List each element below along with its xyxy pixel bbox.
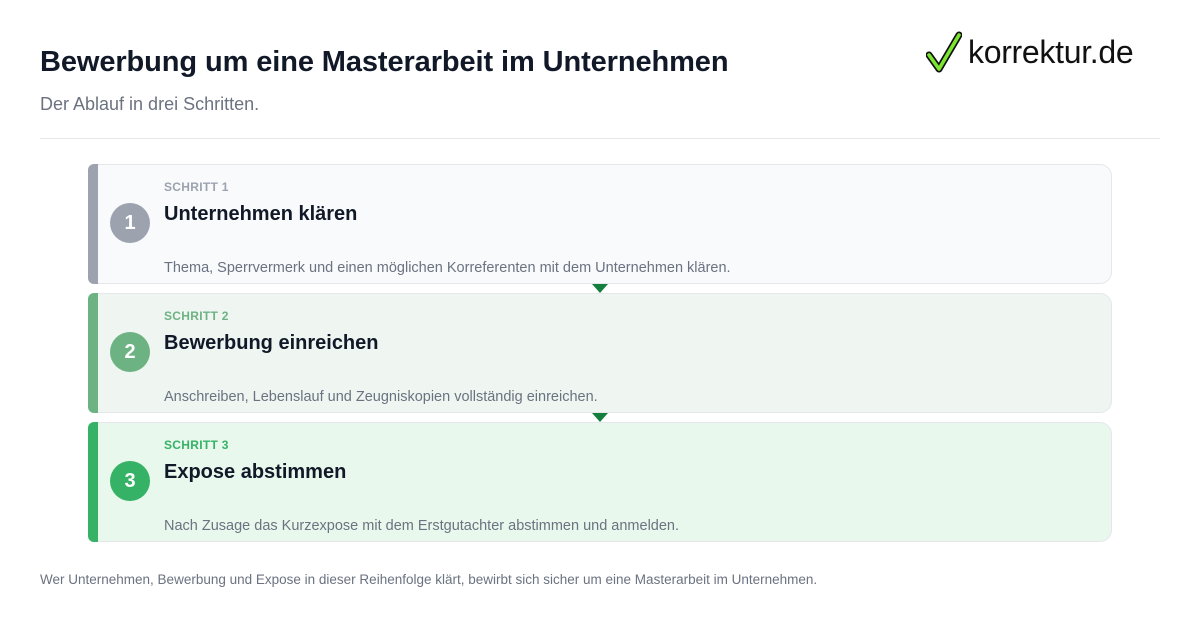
step-accent-bar: [88, 293, 98, 413]
step-description: Thema, Sperrvermerk und einen möglichen …: [164, 260, 731, 276]
step-kicker: SCHRITT 2: [164, 309, 229, 323]
step-kicker: SCHRITT 3: [164, 438, 229, 452]
step-title: Bewerbung einreichen: [164, 332, 379, 354]
step-connector-arrow-1: [592, 284, 608, 293]
step-number-badge: 3: [110, 461, 150, 501]
step-card-1: 1 SCHRITT 1 Unternehmen klären Thema, Sp…: [88, 164, 1112, 284]
logo-text: korrektur.de: [968, 34, 1134, 70]
page-title: Bewerbung um eine Masterarbeit im Untern…: [40, 46, 729, 78]
footer-note: Wer Unternehmen, Bewerbung und Expose in…: [40, 572, 818, 587]
step-number-badge: 1: [110, 203, 150, 243]
header-divider: [40, 138, 1160, 139]
step-description: Anschreiben, Lebenslauf und Zeugniskopie…: [164, 389, 598, 405]
step-connector-arrow-2: [592, 413, 608, 422]
brand-logo: korrektur.de: [926, 30, 1166, 74]
step-accent-bar: [88, 422, 98, 542]
step-card-3: 3 SCHRITT 3 Expose abstimmen Nach Zusage…: [88, 422, 1112, 542]
checkmark-icon: [926, 31, 962, 73]
step-kicker: SCHRITT 1: [164, 180, 229, 194]
step-card-2: 2 SCHRITT 2 Bewerbung einreichen Anschre…: [88, 293, 1112, 413]
step-description: Nach Zusage das Kurzexpose mit dem Erstg…: [164, 518, 680, 534]
step-accent-bar: [88, 164, 98, 284]
step-title: Expose abstimmen: [164, 461, 347, 483]
step-title: Unternehmen klären: [164, 203, 358, 225]
page-subtitle: Der Ablauf in drei Schritten.: [40, 94, 260, 114]
step-number-badge: 2: [110, 332, 150, 372]
